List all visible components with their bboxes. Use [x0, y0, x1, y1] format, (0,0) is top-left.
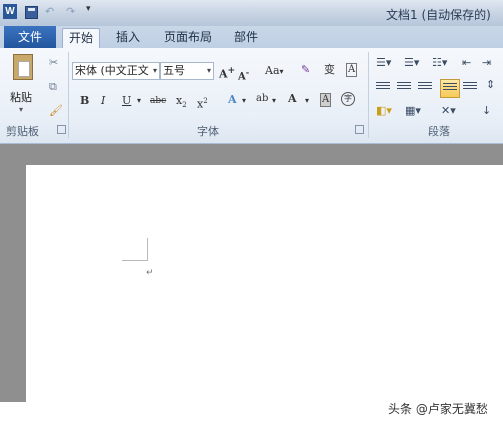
align-left-icon[interactable]	[376, 82, 390, 92]
chinese-layout-icon[interactable]: ✕▾	[441, 104, 456, 117]
underline-dropdown-icon[interactable]: ▾	[137, 94, 141, 108]
strikethrough-button[interactable]: abc	[150, 94, 166, 108]
paste-dropdown-icon[interactable]: ▾	[19, 105, 23, 114]
margin-corner-mark	[122, 260, 148, 261]
italic-button[interactable]: I	[101, 94, 105, 108]
copy-icon[interactable]: ⧉	[49, 80, 57, 94]
tab-page-layout[interactable]: 页面布局	[164, 28, 212, 48]
font-size-value: 五号	[163, 64, 185, 77]
customize-toolbar-icon[interactable]: ▾	[86, 4, 91, 14]
change-case-button[interactable]: Aa▾	[265, 64, 284, 79]
highlight-dropdown-icon[interactable]: ▾	[272, 94, 276, 108]
chevron-down-icon: ▾	[152, 66, 157, 75]
redo-icon[interactable]: ↷	[66, 5, 75, 18]
format-painter-icon[interactable]: 🖌	[49, 104, 63, 117]
decrease-indent-icon[interactable]: ⇤	[462, 56, 471, 69]
shrink-font-button[interactable]: A-	[238, 65, 249, 84]
clear-formatting-button[interactable]: ✎	[301, 63, 310, 77]
paste-icon[interactable]	[13, 54, 33, 80]
align-right-icon[interactable]	[418, 82, 432, 92]
tab-home[interactable]: 开始	[62, 28, 101, 49]
ribbon: 粘贴 ▾ ✂ ⧉ 🖌 剪贴板 宋体 (中文正文 ▾ 五号 ▾ A+ A- Aa▾…	[0, 48, 503, 144]
font-name-value: 宋体 (中文正文	[75, 64, 149, 77]
line-spacing-icon[interactable]: ⇕	[486, 78, 495, 91]
shading-icon[interactable]: ◧▾	[376, 104, 392, 117]
multilevel-list-icon[interactable]: ☷▾	[432, 56, 447, 69]
sort-icon[interactable]: ↓	[482, 104, 491, 117]
subscript-button[interactable]: x2	[176, 94, 187, 112]
text-effects-button[interactable]: A	[228, 93, 237, 107]
increase-indent-icon[interactable]: ⇥	[482, 56, 491, 69]
save-icon[interactable]	[25, 6, 38, 19]
font-color-button[interactable]: A	[288, 92, 297, 106]
chevron-down-icon: ▾	[206, 66, 211, 75]
font-size-select[interactable]: 五号 ▾	[160, 62, 214, 80]
justify-button[interactable]	[440, 79, 460, 98]
tab-insert[interactable]: 插入	[116, 28, 140, 48]
margin-corner-mark	[147, 238, 148, 261]
paragraph-mark: ↵	[146, 268, 154, 278]
text-effects-dropdown-icon[interactable]: ▾	[242, 94, 246, 108]
character-shading-button[interactable]: A	[320, 93, 332, 107]
font-group-label: 字体	[197, 125, 219, 138]
distributed-icon[interactable]	[463, 82, 477, 92]
borders-icon[interactable]: ▦▾	[405, 104, 421, 117]
cut-icon[interactable]: ✂	[49, 56, 58, 69]
enclose-characters-button[interactable]: 字	[341, 92, 355, 106]
grow-font-button[interactable]: A+	[219, 64, 235, 82]
paste-button[interactable]: 粘贴	[10, 89, 32, 105]
tab-file[interactable]: 文件	[4, 26, 56, 48]
font-color-dropdown-icon[interactable]: ▾	[305, 94, 309, 108]
superscript-button[interactable]: x2	[197, 94, 208, 112]
align-center-icon[interactable]	[397, 82, 411, 92]
underline-button[interactable]: U	[122, 94, 131, 108]
bullets-icon[interactable]: ☰▾	[376, 56, 391, 69]
group-divider	[368, 52, 369, 138]
clipboard-launcher-icon[interactable]	[57, 125, 66, 134]
phonetic-guide-button[interactable]: 变	[324, 63, 335, 77]
group-divider	[68, 52, 69, 138]
paragraph-group-label: 段落	[428, 125, 450, 138]
font-launcher-icon[interactable]	[355, 125, 364, 134]
clipboard-group-label: 剪贴板	[6, 125, 39, 138]
bold-button[interactable]: B	[80, 94, 89, 108]
highlight-button[interactable]: ab	[256, 92, 268, 106]
font-name-select[interactable]: 宋体 (中文正文 ▾	[72, 62, 160, 80]
word-logo-icon[interactable]: W	[3, 4, 17, 19]
watermark-text: 头条 @卢家无冀愁	[388, 402, 488, 416]
numbering-icon[interactable]: ☰▾	[404, 56, 419, 69]
tab-addins[interactable]: 部件	[234, 28, 258, 48]
character-border-button[interactable]: A	[346, 63, 358, 77]
document-title: 文档1 (自动保存的)	[386, 8, 491, 22]
undo-icon[interactable]: ↶	[45, 5, 54, 18]
document-page[interactable]	[26, 165, 503, 402]
